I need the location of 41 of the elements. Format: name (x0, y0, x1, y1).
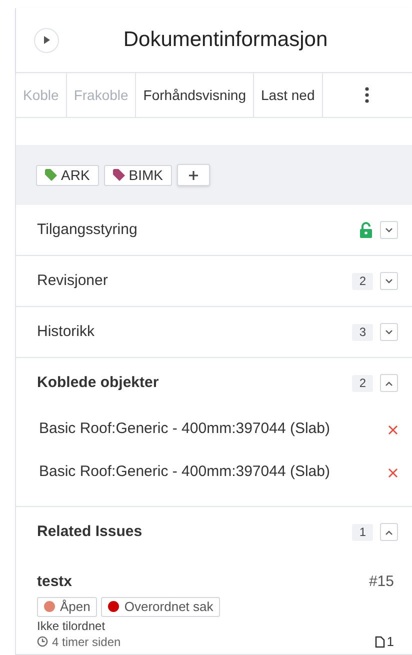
linked-object[interactable]: Basic Roof:Generic - 400mm:397044 (Slab) (39, 418, 330, 441)
section-title[interactable]: Related Issues (37, 520, 142, 544)
play-button[interactable] (34, 28, 59, 52)
play-icon (44, 36, 50, 44)
tag[interactable]: BIMK (104, 164, 172, 186)
count-badge: 3 (352, 324, 373, 340)
assignee-text: Ikke tilordnet (37, 618, 106, 634)
count-badge: 1 (352, 524, 373, 540)
status-label: Overordnet sak (101, 596, 220, 616)
linked-object[interactable]: Basic Roof:Generic - 400mm:397044 (Slab) (39, 461, 330, 484)
panel-title: Dokumentinformasjon (122, 27, 329, 54)
document-icon (374, 636, 385, 648)
section-title[interactable]: Revisjoner (37, 270, 108, 292)
remove-icon[interactable] (388, 468, 398, 478)
expand-button[interactable] (380, 272, 398, 290)
chevron-down-icon (385, 228, 393, 232)
status-label: Åpen (37, 596, 98, 616)
section-title[interactable]: Tilgangsstyring (37, 218, 138, 242)
add-tag-button[interactable] (177, 164, 210, 186)
chevron-down-icon (385, 330, 393, 334)
count-badge: 2 (352, 272, 373, 290)
tag[interactable]: ARK (36, 164, 99, 186)
chevron-down-icon (385, 278, 393, 284)
attachment-count: 1 (386, 634, 394, 650)
clock-icon (37, 636, 48, 647)
remove-icon[interactable] (388, 424, 398, 434)
chevron-up-icon (385, 530, 393, 534)
chevron-up-icon (385, 380, 393, 386)
expand-button[interactable] (380, 323, 398, 341)
collapse-button[interactable] (380, 523, 398, 541)
section-title[interactable]: Koblede objekter (37, 372, 159, 394)
toolbar-button[interactable]: Last ned (254, 73, 323, 117)
expand-button[interactable] (380, 221, 398, 239)
plus-icon (189, 170, 198, 180)
count-badge: 2 (352, 374, 373, 392)
issue-title[interactable]: testx (37, 571, 72, 594)
collapse-button[interactable] (380, 374, 398, 392)
time-text: 4 timer siden (52, 634, 121, 650)
issue-number: #15 (368, 572, 394, 592)
toolbar-button[interactable]: Forhåndsvisning (136, 73, 254, 117)
section-title[interactable]: Historikk (37, 320, 95, 344)
